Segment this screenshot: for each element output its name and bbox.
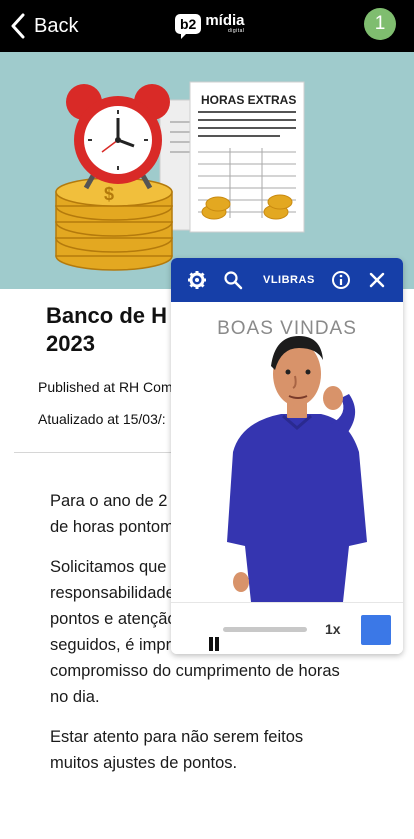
subtitle-toggle-button[interactable] (361, 615, 391, 645)
overtime-illustration: HORAS EXTRAS $ (55, 81, 305, 271)
paragraph-3: Estar atento para não serem feitos muito… (50, 728, 304, 772)
avatar-stage: BOAS VINDAS (171, 302, 403, 602)
logo-subtext: digital (227, 28, 245, 34)
chevron-left-icon (11, 13, 25, 39)
hero-image: HORAS EXTRAS $ (0, 52, 414, 289)
close-icon[interactable] (367, 270, 387, 290)
document-title: HORAS EXTRAS (201, 93, 296, 107)
pause-icon[interactable] (207, 637, 221, 651)
vlibras-toolbar: VLIBRAS (171, 258, 403, 302)
published-meta: Published at RH Com (38, 379, 173, 395)
avatar[interactable]: 1 (364, 8, 396, 40)
logo-badge: b2 (175, 13, 202, 34)
updated-meta: Atualizado at 15/03/: (38, 411, 166, 427)
search-icon[interactable] (223, 270, 243, 290)
sign-language-avatar (227, 336, 367, 602)
vlibras-title: VLIBRAS (263, 274, 315, 286)
svg-text:$: $ (104, 184, 114, 204)
playback-controls: 1x (171, 602, 403, 654)
progress-track[interactable] (223, 627, 307, 632)
brand-logo: b2 mídia digital (175, 13, 245, 34)
gear-icon[interactable] (187, 270, 207, 290)
back-label: Back (34, 14, 79, 37)
logo-text: mídia (205, 12, 245, 29)
back-button[interactable]: Back (10, 10, 78, 42)
vlibras-widget: VLIBRAS BOAS VINDAS 1x (171, 258, 403, 654)
top-bar: Back b2 mídia digital 1 (0, 0, 414, 52)
info-icon[interactable] (331, 270, 351, 290)
speed-button[interactable]: 1x (325, 621, 341, 637)
